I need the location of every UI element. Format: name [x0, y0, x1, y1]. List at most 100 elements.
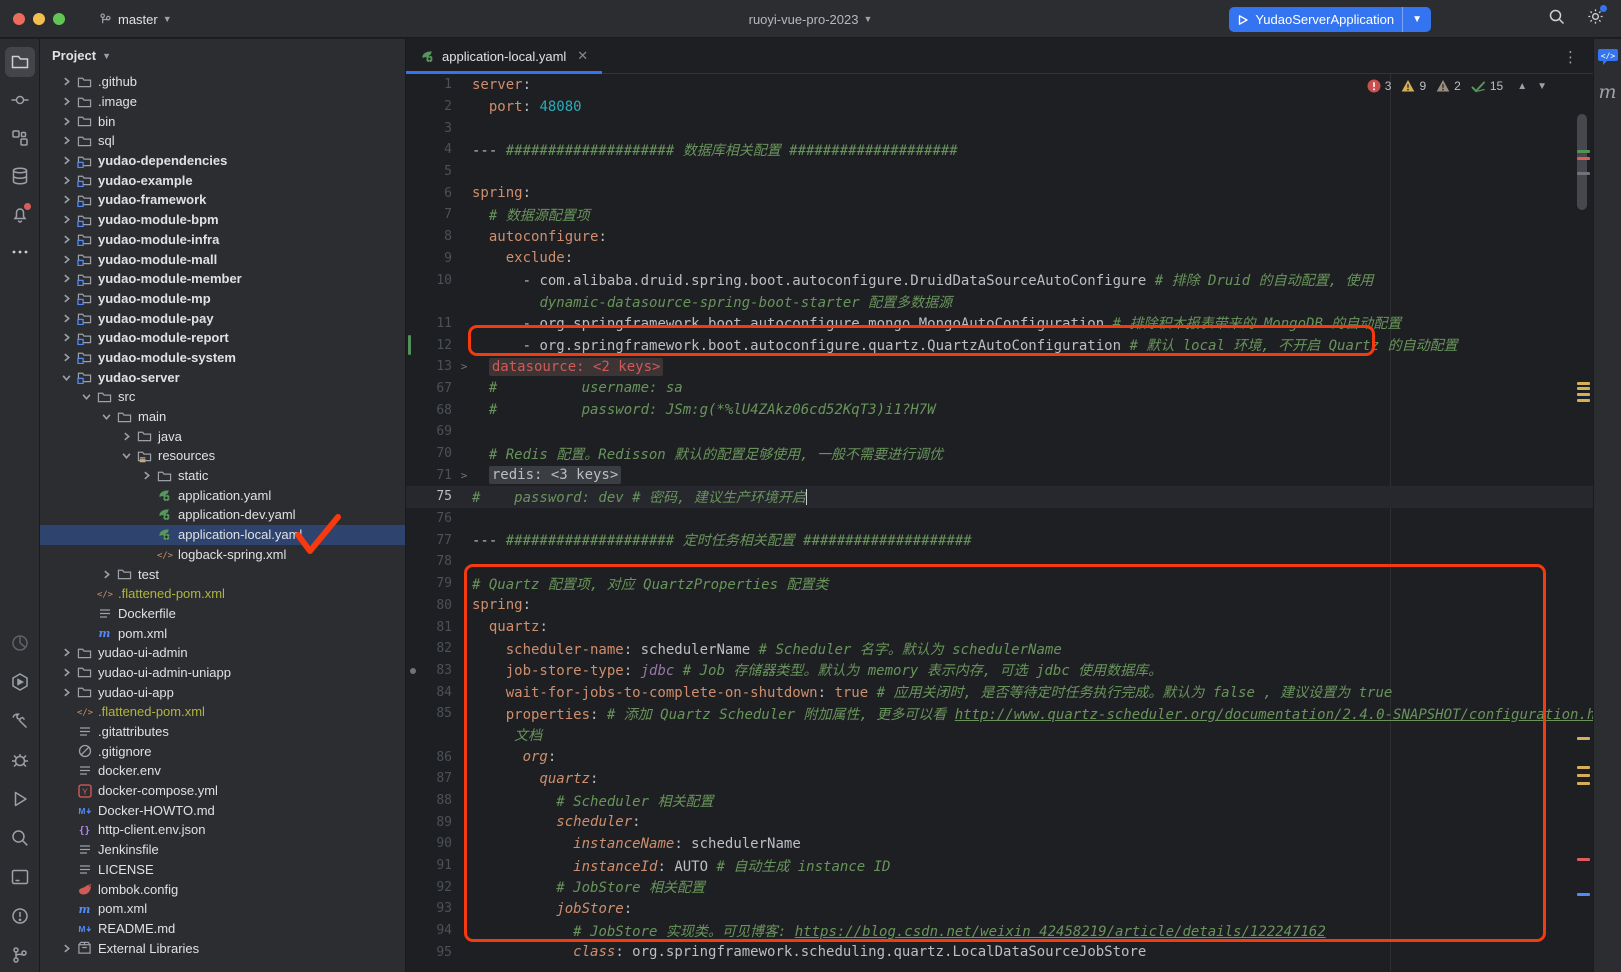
chevron-right-icon[interactable]	[118, 432, 135, 441]
code-line-95[interactable]: 95 class: org.springframework.scheduling…	[406, 942, 1593, 964]
chevron-right-icon[interactable]	[58, 195, 75, 204]
chevron-down-icon[interactable]	[118, 451, 135, 460]
tree-item-yudao-ui-admin-uniapp[interactable]: yudao-ui-admin-uniapp	[40, 663, 405, 683]
tree-item-http-client.env.json[interactable]: {}http-client.env.json	[40, 820, 405, 840]
tree-item-docker.env[interactable]: docker.env	[40, 761, 405, 781]
tree-item-readme.md[interactable]: MREADME.md	[40, 919, 405, 939]
tree-item-yudao-module-infra[interactable]: yudao-module-infra	[40, 230, 405, 250]
tab-application-local-yaml[interactable]: application-local.yaml ✕	[406, 39, 602, 73]
code-line-67[interactable]: 67 # username: sa	[406, 378, 1593, 400]
chevron-right-icon[interactable]	[58, 156, 75, 165]
code-line-12[interactable]: 12 - org.springframework.boot.autoconfig…	[406, 334, 1593, 356]
editor-scrollbar[interactable]	[1577, 114, 1587, 210]
chevron-right-icon[interactable]	[58, 136, 75, 145]
code-line-89[interactable]: 89 scheduler:	[406, 811, 1593, 833]
code-line-78[interactable]: 78	[406, 551, 1593, 573]
code-line-82[interactable]: 82 scheduler-name: schedulerName # Sched…	[406, 638, 1593, 660]
code-line-7[interactable]: 7 # 数据源配置项	[406, 204, 1593, 226]
ai-chat-icon[interactable]: </>	[1597, 47, 1619, 67]
code-line-83[interactable]: 83 job-store-type: jdbc # Job 存储器类型。默认为 …	[406, 660, 1593, 682]
services-icon[interactable]	[5, 667, 35, 697]
tree-item-yudao-dependencies[interactable]: yudao-dependencies	[40, 151, 405, 171]
structure-icon[interactable]	[5, 123, 35, 153]
code-line-88[interactable]: 88 # Scheduler 相关配置	[406, 790, 1593, 812]
code-line-76[interactable]: 76	[406, 508, 1593, 530]
tree-item-sql[interactable]: sql	[40, 131, 405, 151]
project-icon[interactable]	[5, 47, 35, 77]
run-config-chevron-icon[interactable]: ▼	[1405, 14, 1429, 25]
tree-item-src[interactable]: src	[40, 387, 405, 407]
tree-item-dockerfile[interactable]: Dockerfile	[40, 604, 405, 624]
chevron-right-icon[interactable]	[98, 570, 115, 579]
tree-item-application-local.yaml[interactable]: application-local.yaml	[40, 525, 405, 545]
chevron-right-icon[interactable]	[58, 294, 75, 303]
tree-item-license[interactable]: LICENSE	[40, 860, 405, 880]
code-line-11[interactable]: 11 - org.springframework.boot.autoconfig…	[406, 313, 1593, 335]
tree-item-yudao-ui-app[interactable]: yudao-ui-app	[40, 682, 405, 702]
maven-tool-window-icon[interactable]: m	[1598, 81, 1616, 103]
tree-item-yudao-module-bpm[interactable]: yudao-module-bpm	[40, 210, 405, 230]
code-line-84[interactable]: 84 wait-for-jobs-to-complete-on-shutdown…	[406, 681, 1593, 703]
code-line-8[interactable]: 8 autoconfigure:	[406, 226, 1593, 248]
build-icon[interactable]	[5, 706, 35, 736]
code-line-3[interactable]: 3	[406, 117, 1593, 139]
vcs-icon[interactable]	[5, 940, 35, 970]
code-line-92[interactable]: 92 # JobStore 相关配置	[406, 876, 1593, 898]
tree-item-docker-compose.yml[interactable]: Ydocker-compose.yml	[40, 781, 405, 801]
code-line-5[interactable]: 5	[406, 161, 1593, 183]
next-problem-icon[interactable]: ▼	[1537, 81, 1547, 92]
profiler-icon[interactable]	[5, 628, 35, 658]
chevron-right-icon[interactable]	[58, 117, 75, 126]
stripe-mark[interactable]	[1577, 393, 1590, 396]
stripe-mark[interactable]	[1577, 766, 1590, 769]
settings-gear-icon[interactable]	[1586, 7, 1605, 26]
tree-item-java[interactable]: java	[40, 426, 405, 446]
code-line-93[interactable]: 93 jobStore:	[406, 898, 1593, 920]
stripe-mark[interactable]	[1577, 893, 1590, 896]
chevron-right-icon[interactable]	[58, 77, 75, 86]
problems-icon[interactable]	[5, 901, 35, 931]
tree-item-lombok.config[interactable]: lombok.config	[40, 879, 405, 899]
code-line-79[interactable]: 79# Quartz 配置项, 对应 QuartzProperties 配置类	[406, 573, 1593, 595]
project-panel-header[interactable]: Project ▼	[40, 39, 405, 72]
chevron-right-icon[interactable]	[58, 255, 75, 264]
code-line-4[interactable]: 4--- #################### 数据库相关配置 ######…	[406, 139, 1593, 161]
code-line-86[interactable]: 86 org:	[406, 746, 1593, 768]
code-line-wrap[interactable]: 文档	[406, 725, 1593, 747]
chevron-right-icon[interactable]	[138, 471, 155, 480]
debug-icon[interactable]	[5, 745, 35, 775]
tree-item-.flattened-pom.xml[interactable]: </>.flattened-pom.xml	[40, 702, 405, 722]
tree-item-.image[interactable]: .image	[40, 92, 405, 112]
tree-item-.gitignore[interactable]: .gitignore	[40, 741, 405, 761]
chevron-right-icon[interactable]	[58, 274, 75, 283]
chevron-right-icon[interactable]	[58, 668, 75, 677]
code-line-90[interactable]: 90 instanceName: schedulerName	[406, 833, 1593, 855]
code-editor[interactable]: 1server:2 port: 4808034--- #############…	[406, 74, 1593, 971]
tree-item-.flattened-pom.xml[interactable]: </>.flattened-pom.xml	[40, 584, 405, 604]
tree-item-main[interactable]: main	[40, 407, 405, 427]
fold-arrow-icon[interactable]: >	[456, 360, 472, 373]
code-line-wrap[interactable]: dynamic-datasource-spring-boot-starter 配…	[406, 291, 1593, 313]
tree-item-yudao-module-system[interactable]: yudao-module-system	[40, 348, 405, 368]
tree-item-external-libraries[interactable]: External Libraries	[40, 938, 405, 958]
tree-item-yudao-module-member[interactable]: yudao-module-member	[40, 269, 405, 289]
database-icon[interactable]	[5, 161, 35, 191]
tree-item-bin[interactable]: bin	[40, 111, 405, 131]
tree-item-logback-spring.xml[interactable]: </>logback-spring.xml	[40, 545, 405, 565]
inspections-widget[interactable]: 3 9 2 15 ▲ ▼	[1367, 79, 1547, 93]
chevron-right-icon[interactable]	[58, 97, 75, 106]
stripe-mark[interactable]	[1577, 150, 1590, 153]
tree-item-.gitattributes[interactable]: .gitattributes	[40, 722, 405, 742]
code-line-10[interactable]: 10 - com.alibaba.druid.spring.boot.autoc…	[406, 269, 1593, 291]
code-line-81[interactable]: 81 quartz:	[406, 616, 1593, 638]
chevron-right-icon[interactable]	[58, 688, 75, 697]
tree-item-yudao-module-mp[interactable]: yudao-module-mp	[40, 289, 405, 309]
prev-problem-icon[interactable]: ▲	[1517, 81, 1527, 92]
code-line-2[interactable]: 2 port: 48080	[406, 96, 1593, 118]
chevron-right-icon[interactable]	[58, 944, 75, 953]
code-line-80[interactable]: 80spring:	[406, 595, 1593, 617]
chevron-right-icon[interactable]	[58, 353, 75, 362]
code-line-69[interactable]: 69	[406, 421, 1593, 443]
tree-item-yudao-example[interactable]: yudao-example	[40, 170, 405, 190]
more-tools-icon[interactable]	[5, 237, 35, 267]
